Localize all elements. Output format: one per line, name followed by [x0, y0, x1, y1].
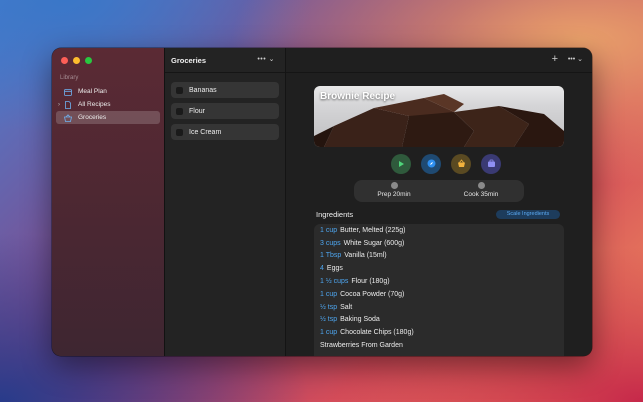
recipe-detail: + ••• ⌄ Brownie Recipe Prep 20min Cook 3…	[286, 48, 592, 356]
recipe-actions	[391, 154, 501, 174]
ingredient-row: 1 cup Chocolate Chips (180g)	[314, 326, 564, 339]
detail-toolbar: + ••• ⌄	[286, 48, 592, 73]
checkbox[interactable]	[176, 128, 183, 136]
chevron-right-icon[interactable]: ›	[58, 102, 60, 108]
grocery-list-column: Groceries ••• ⌄ Bananas Flour Ice Cream	[165, 48, 286, 356]
list-toolbar: Groceries ••• ⌄	[165, 48, 285, 73]
list-item-label: Ice Cream	[189, 128, 222, 136]
sidebar-item-label: Groceries	[78, 114, 107, 121]
list-item[interactable]: Ice Cream	[171, 124, 279, 140]
detail-more-menu-button[interactable]: ••• ⌄	[568, 55, 583, 63]
ingredient-row: 1 ½ cups Flour (180g)	[314, 275, 564, 288]
play-button[interactable]	[391, 154, 411, 174]
list-item[interactable]: Bananas	[171, 82, 279, 98]
list-item-label: Flour	[189, 107, 205, 115]
checkbox[interactable]	[176, 86, 183, 94]
briefcase-icon	[487, 155, 496, 173]
library-section-label: Library	[60, 75, 79, 81]
ingredient-quantity[interactable]: 1 ½ cups	[320, 278, 348, 285]
ingredient-row: 1 cup Butter, Melted (225g)	[314, 224, 564, 237]
ingredient-quantity[interactable]: 1 cup	[320, 291, 337, 298]
ingredient-row: 1 Tbsp Vanilla (15ml)	[314, 250, 564, 263]
ingredient-quantity[interactable]: 1 cup	[320, 227, 337, 234]
add-button[interactable]: +	[552, 53, 558, 65]
cook-time: Cook 35min	[451, 182, 511, 198]
add-to-groceries-button[interactable]	[451, 154, 471, 174]
ingredient-quantity[interactable]: 4	[320, 265, 324, 272]
ingredient-name: Butter, Melted (225g)	[340, 226, 406, 234]
recipe-hero-image: Brownie Recipe	[314, 86, 564, 147]
zoom-window-button[interactable]	[85, 57, 92, 64]
ingredient-row: Strawberries From Garden	[314, 339, 564, 352]
clock-icon	[477, 182, 485, 189]
ingredient-row: ½ tsp Baking Soda	[314, 314, 564, 327]
clock-icon	[390, 182, 398, 189]
ingredient-row: ½ tsp Salt	[314, 301, 564, 314]
app-window: Library Meal Plan › All Recipes Grocerie…	[52, 48, 592, 356]
recipe-title: Brownie Recipe	[320, 91, 396, 102]
ingredient-name: Baking Soda	[340, 316, 380, 324]
sidebar-item-groceries[interactable]: Groceries	[56, 111, 160, 124]
ingredient-row: 1 cup Cocoa Powder (70g)	[314, 288, 564, 301]
ingredient-quantity[interactable]: ½ tsp	[320, 316, 337, 323]
sidebar: Library Meal Plan › All Recipes Grocerie…	[52, 48, 165, 356]
ingredient-quantity[interactable]: ½ tsp	[320, 304, 337, 311]
calendar-icon	[64, 88, 72, 96]
ingredient-name: Salt	[340, 303, 353, 311]
sidebar-item-label: Meal Plan	[78, 88, 107, 95]
window-controls	[61, 57, 92, 64]
cook-time-label: Cook 35min	[463, 191, 499, 198]
list-item-label: Bananas	[189, 86, 217, 94]
checkbox[interactable]	[176, 107, 183, 115]
ingredients-list: 1 cup Butter, Melted (225g) 3 cups White Su…	[314, 224, 564, 356]
ingredient-name: Flour (180g)	[351, 278, 390, 286]
sidebar-item-all-recipes[interactable]: › All Recipes	[56, 98, 160, 111]
ingredient-name: Eggs	[326, 265, 343, 273]
sidebar-item-meal-plan[interactable]: Meal Plan	[56, 85, 160, 98]
list-item[interactable]: Flour	[171, 103, 279, 119]
scale-ingredients-button[interactable]: Scale Ingredients	[496, 210, 560, 219]
basket-icon	[457, 155, 466, 173]
ingredient-quantity[interactable]: 3 cups	[320, 240, 341, 247]
list-title: Groceries	[171, 55, 207, 65]
close-window-button[interactable]	[61, 57, 68, 64]
basket-icon	[64, 113, 72, 122]
ingredient-name: Vanilla (15ml)	[344, 252, 387, 260]
ingredient-name: Chocolate Chips (180g)	[340, 329, 414, 337]
ingredient-row: 4 Eggs	[314, 262, 564, 275]
ingredient-quantity[interactable]: 1 cup	[320, 329, 337, 336]
ingredient-name: Cocoa Powder (70g)	[340, 290, 405, 298]
play-icon	[397, 155, 405, 173]
list-more-menu-button[interactable]: ••• ⌄	[257, 55, 275, 63]
prep-time-label: Prep 20min	[377, 191, 411, 198]
minimize-window-button[interactable]	[73, 57, 80, 64]
compass-icon	[427, 155, 436, 173]
ingredient-quantity[interactable]: 1 Tbsp	[320, 252, 341, 259]
ingredients-heading: Ingredients	[316, 210, 354, 219]
document-icon	[64, 100, 72, 109]
share-button[interactable]	[481, 154, 501, 174]
ingredient-name: Strawberries From Garden	[320, 342, 403, 350]
open-safari-button[interactable]	[421, 154, 441, 174]
prep-time: Prep 20min	[364, 182, 424, 198]
sidebar-item-label: All Recipes	[78, 101, 111, 108]
ingredient-name: White Sugar (600g)	[343, 239, 405, 247]
ingredient-row: 3 cups White Sugar (600g)	[314, 237, 564, 250]
time-summary: Prep 20min Cook 35min	[354, 180, 524, 202]
